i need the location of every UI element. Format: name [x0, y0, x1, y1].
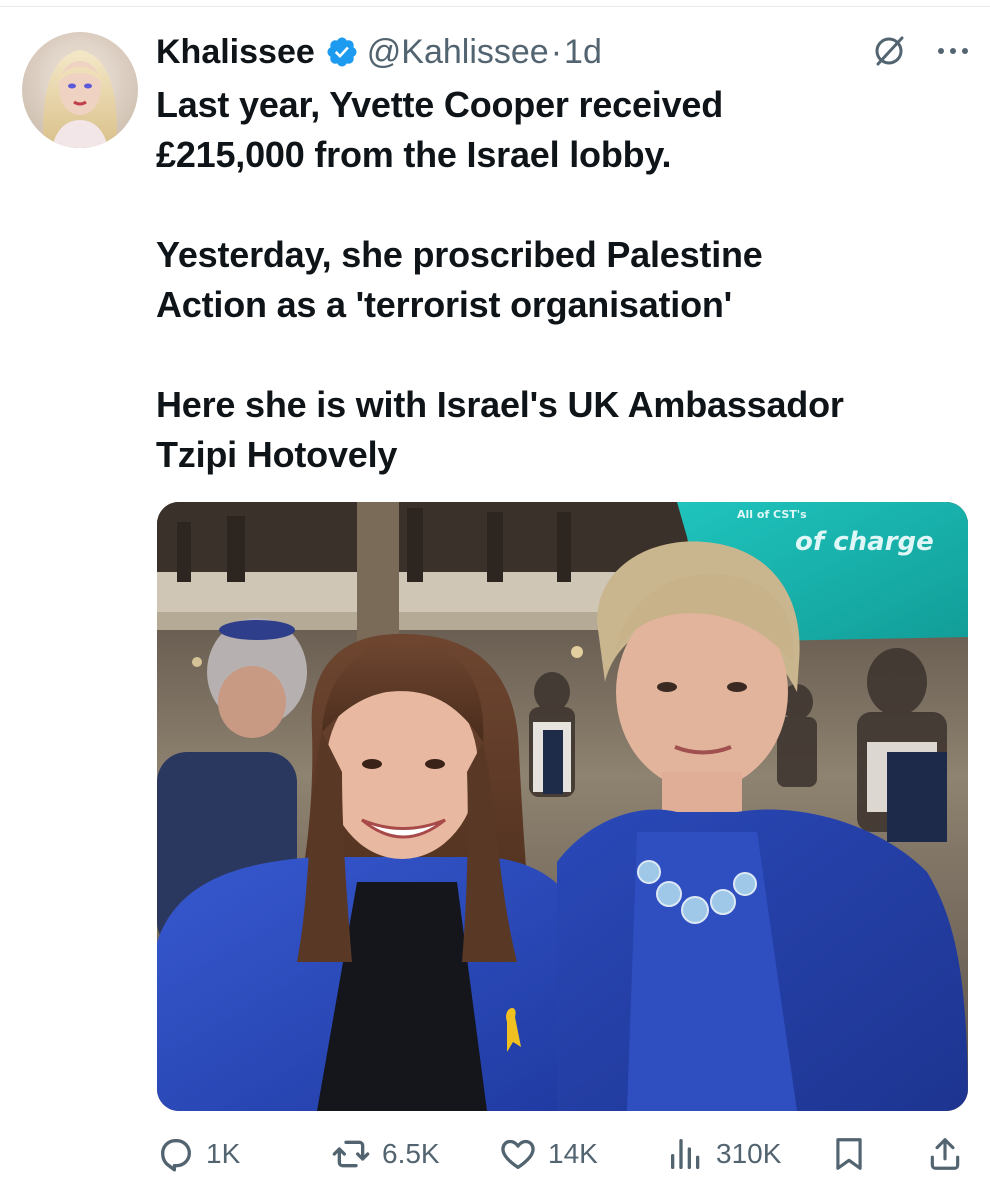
grok-icon[interactable] — [872, 34, 906, 68]
header-actions — [872, 34, 970, 68]
tweet-action-bar: 1K 6.5K 14K 310K — [156, 1128, 968, 1180]
screen-text-small: All of CST's — [737, 508, 807, 521]
timestamp[interactable]: 1d — [564, 33, 602, 72]
bookmark-button[interactable] — [830, 1128, 868, 1180]
screen-text: of charge — [795, 527, 934, 557]
top-divider — [0, 0, 990, 7]
tweet-media-photo[interactable]: of charge All of CST's — [157, 502, 968, 1111]
reply-count: 1K — [206, 1138, 241, 1169]
tweet-text: Last year, Yvette Cooper received £215,0… — [156, 80, 956, 480]
tweet-text-line: Action as a 'terrorist organisation' — [156, 284, 733, 325]
tweet-header: Khalissee @Kahlissee · 1d — [156, 30, 602, 74]
author-handle[interactable]: @Kahlissee — [367, 33, 549, 72]
header-separator: · — [550, 32, 563, 71]
tweet-text-line: Here she is with Israel's UK Ambassador — [156, 384, 844, 425]
share-button[interactable] — [926, 1128, 964, 1180]
verified-badge-icon[interactable] — [325, 35, 359, 69]
photo-illustration: of charge All of CST's — [157, 502, 968, 1111]
like-count: 14K — [548, 1138, 598, 1169]
repost-button[interactable]: 6.5K — [330, 1128, 440, 1180]
more-icon[interactable] — [936, 46, 970, 56]
author-display-name[interactable]: Khalissee — [156, 33, 315, 72]
repost-icon — [332, 1140, 370, 1168]
tweet-text-line: £215,000 from the Israel lobby. — [156, 134, 672, 175]
avatar[interactable] — [22, 32, 138, 148]
reply-icon — [161, 1139, 191, 1172]
views-count: 310K — [716, 1138, 782, 1169]
share-icon — [930, 1138, 960, 1170]
reply-button[interactable]: 1K — [156, 1128, 240, 1180]
views-icon — [671, 1139, 700, 1169]
tweet-text-line: Tzipi Hotovely — [156, 434, 398, 475]
profile-photo-icon — [22, 32, 138, 148]
tweet-text-line: Last year, Yvette Cooper received — [156, 84, 724, 125]
heart-icon — [501, 1139, 535, 1169]
views-button[interactable]: 310K — [666, 1128, 781, 1180]
bookmark-icon — [836, 1138, 862, 1170]
repost-count: 6.5K — [382, 1138, 440, 1169]
like-button[interactable]: 14K — [498, 1128, 598, 1180]
tweet-text-line: Yesterday, she proscribed Palestine — [156, 234, 763, 275]
